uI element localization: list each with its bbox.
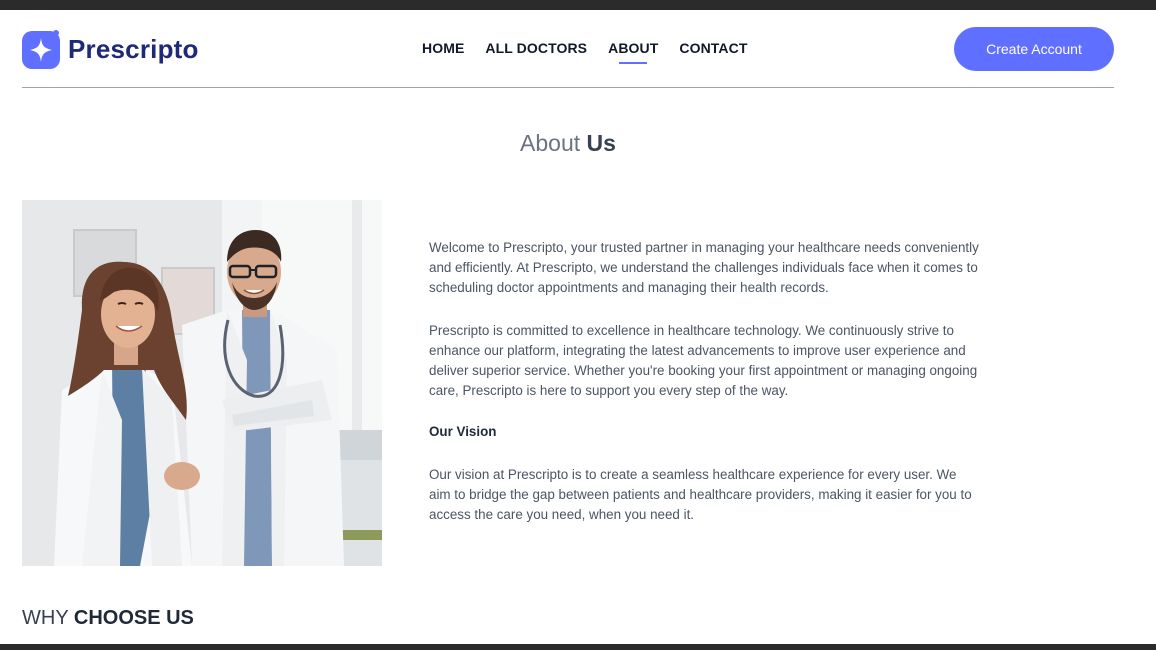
doctors-image <box>22 200 382 566</box>
vision-heading: Our Vision <box>429 424 497 439</box>
nav-about[interactable]: ABOUT <box>608 40 658 56</box>
main-nav: HOME ALL DOCTORS ABOUT CONTACT <box>422 40 769 56</box>
why-choose-us-heading: WHY CHOOSE US <box>22 607 194 630</box>
site-header: Prescripto HOME ALL DOCTORS ABOUT CONTAC… <box>22 10 1114 88</box>
brand-logo[interactable]: Prescripto <box>22 29 199 69</box>
brand-name: Prescripto <box>68 33 199 64</box>
page-title-emphasis: Us <box>586 130 616 156</box>
about-paragraph-1: Welcome to Prescripto, your trusted part… <box>429 240 979 295</box>
doctors-photo-illustration <box>22 200 382 566</box>
about-content: Welcome to Prescripto, your trusted part… <box>429 238 979 548</box>
why-prefix: WHY <box>22 607 69 629</box>
create-account-button[interactable]: Create Account <box>954 27 1114 71</box>
why-emphasis: CHOOSE US <box>73 607 194 629</box>
page-title: About Us <box>0 130 1136 157</box>
page-title-prefix: About <box>520 130 581 156</box>
browser-bottom-strip <box>0 644 1156 650</box>
browser-top-strip <box>0 0 1156 10</box>
nav-contact[interactable]: CONTACT <box>679 40 747 56</box>
about-paragraph-2: Prescripto is committed to excellence in… <box>429 323 978 398</box>
nav-all-doctors[interactable]: ALL DOCTORS <box>485 40 587 56</box>
logo-mark-icon <box>22 30 60 69</box>
nav-home[interactable]: HOME <box>422 40 464 56</box>
vision-paragraph: Our vision at Prescripto is to create a … <box>429 467 972 522</box>
